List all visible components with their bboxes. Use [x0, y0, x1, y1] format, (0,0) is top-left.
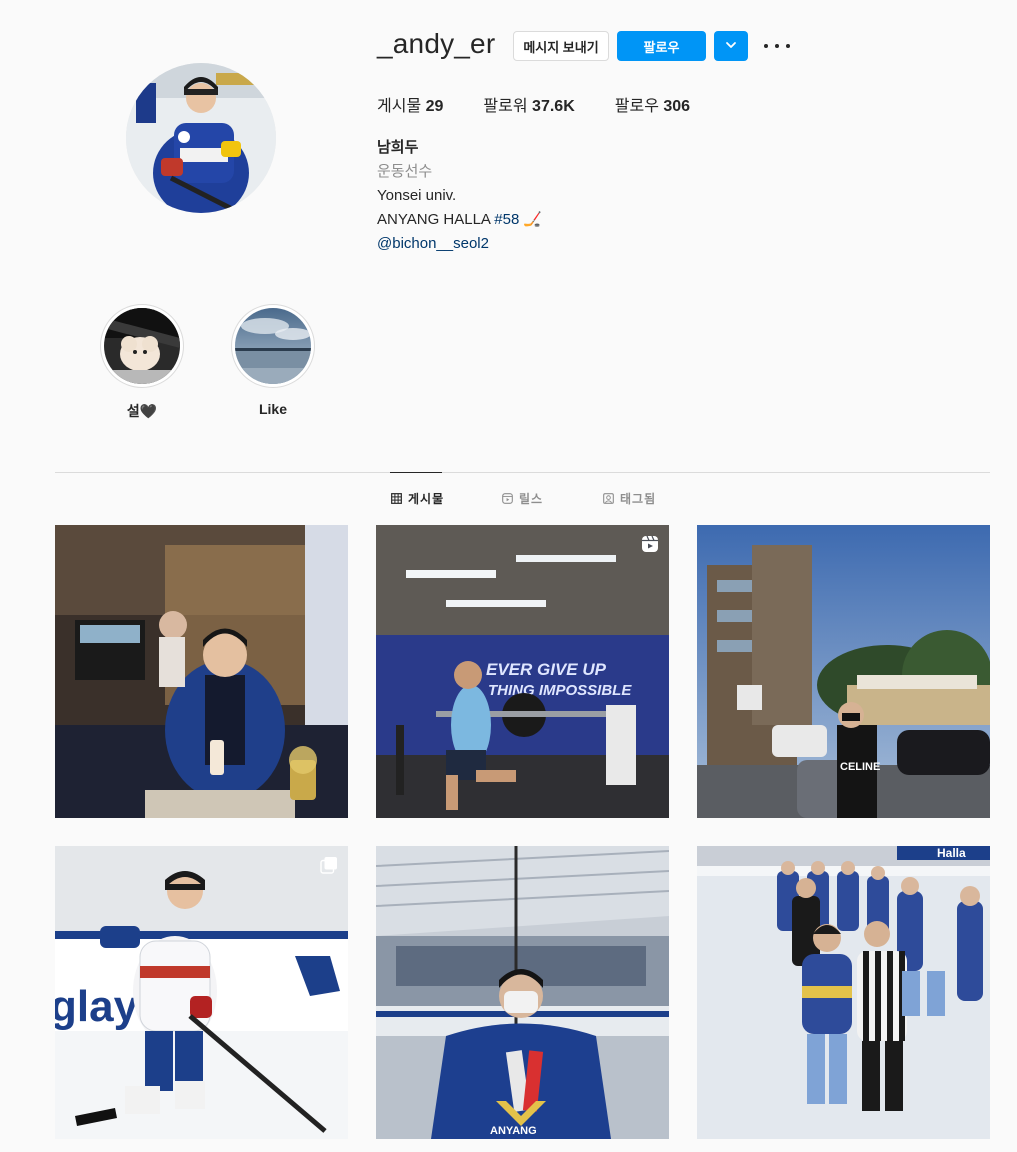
bio-category: 운동선수 — [377, 163, 433, 180]
following-count: 306 — [663, 98, 691, 115]
post-thumbnail[interactable]: CELINE — [697, 525, 990, 818]
send-message-button[interactable]: 메시지 보내기 — [513, 31, 609, 61]
bio-hashtag-link[interactable]: #58 — [494, 211, 519, 228]
chevron-down-icon — [725, 39, 737, 54]
profile-stats: 게시물 29 팔로워 37.6K 팔로우 306 — [377, 92, 730, 116]
tab-reels-label: 릴스 — [519, 492, 544, 506]
followers-stat[interactable]: 팔로워 37.6K — [483, 92, 574, 116]
tab-posts-label: 게시물 — [408, 492, 445, 506]
follow-button[interactable]: 팔로우 — [617, 31, 706, 61]
post-thumbnail[interactable]: EVER GIVE UP THING IMPOSSIBLE — [376, 525, 669, 818]
bio-line-2: ANYANG HALLA #58 🏒 — [377, 208, 542, 232]
svg-text:ANYANG: ANYANG — [490, 1125, 537, 1137]
bio-mention-link[interactable]: @bichon__seol2 — [377, 232, 542, 256]
tab-tagged-label: 태그됨 — [620, 492, 657, 506]
followers-count: 37.6K — [532, 98, 575, 115]
posts-count: 29 — [425, 98, 444, 115]
posts-stat: 게시물 29 — [377, 92, 443, 116]
hockey-stick-emoji: 🏒 — [523, 211, 542, 228]
dot — [775, 44, 779, 48]
story-highlight[interactable]: 설🖤 — [100, 304, 184, 421]
reels-icon — [502, 493, 513, 504]
highlight-label: Like — [258, 401, 287, 417]
highlight-label: 설🖤 — [126, 403, 158, 419]
tab-posts[interactable]: 게시물 — [391, 490, 444, 507]
profile-avatar[interactable] — [126, 63, 276, 213]
grid-icon — [391, 493, 402, 504]
dot — [786, 44, 790, 48]
dot — [764, 44, 768, 48]
bio-full-name: 남희두 — [377, 139, 419, 156]
suggested-accounts-dropdown-button[interactable] — [714, 31, 748, 61]
profile-bio: 남희두 운동선수 Yonsei univ. ANYANG HALLA #58 🏒 … — [377, 136, 542, 256]
bio-line-1: Yonsei univ. — [377, 187, 457, 204]
svg-text:CELINE: CELINE — [840, 761, 880, 773]
story-highlight[interactable]: Like — [231, 304, 315, 417]
following-stat[interactable]: 팔로우 306 — [615, 92, 690, 116]
active-tab-indicator — [390, 472, 442, 473]
following-label: 팔로우 — [614, 98, 659, 115]
more-options-button[interactable] — [764, 36, 790, 56]
reel-icon — [641, 535, 659, 553]
bio-team-text: ANYANG HALLA — [377, 211, 495, 228]
posts-label: 게시물 — [377, 98, 422, 115]
tabs-divider — [55, 472, 990, 473]
tab-tagged[interactable]: 태그됨 — [603, 490, 656, 507]
post-thumbnail[interactable]: Halla — [697, 846, 990, 1139]
post-thumbnail[interactable]: glay — [55, 846, 348, 1139]
highlight-cover — [100, 304, 184, 388]
followers-label: 팔로워 — [483, 98, 528, 115]
profile-username: _andy_er — [377, 28, 496, 59]
tab-reels[interactable]: 릴스 — [502, 490, 543, 507]
highlight-cover — [231, 304, 315, 388]
svg-text:EVER GIVE UP: EVER GIVE UP — [486, 660, 607, 679]
svg-text:Halla: Halla — [937, 846, 966, 860]
svg-text:glay: glay — [55, 982, 139, 1031]
svg-text:THING IMPOSSIBLE: THING IMPOSSIBLE — [488, 682, 632, 699]
post-thumbnail[interactable]: ANYANG — [376, 846, 669, 1139]
carousel-icon — [320, 856, 338, 874]
post-thumbnail[interactable] — [55, 525, 348, 818]
tagged-icon — [603, 493, 614, 504]
